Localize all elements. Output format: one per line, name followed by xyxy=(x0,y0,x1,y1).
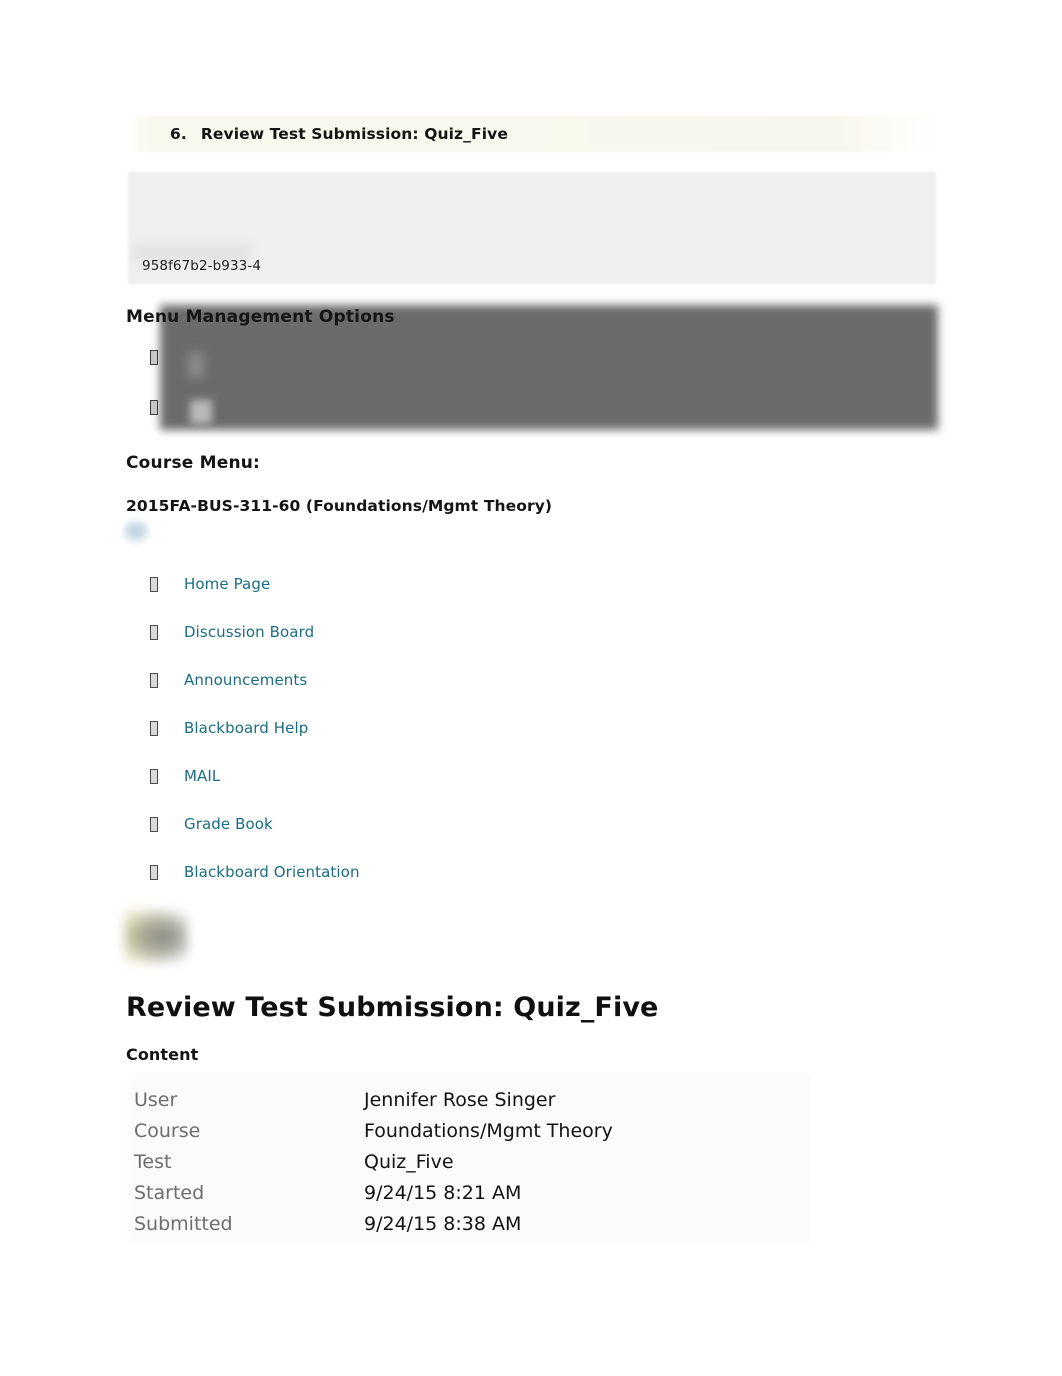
table-row: Submitted 9/24/15 8:38 AM xyxy=(134,1212,613,1243)
course-menu-heading: Course Menu: xyxy=(126,453,261,473)
sidebar-item-mail[interactable]: MAIL xyxy=(150,752,690,800)
sidebar-item-label: Home Page xyxy=(184,575,271,593)
table-row: Test Quiz_Five xyxy=(134,1150,613,1181)
detail-value: 9/24/15 8:21 AM xyxy=(364,1182,522,1204)
detail-label: Test xyxy=(134,1151,172,1173)
detail-label: User xyxy=(134,1089,178,1111)
detail-label: Submitted xyxy=(134,1213,233,1235)
blurred-blue-graphic xyxy=(124,521,150,543)
sidebar-item-home-page[interactable]: Home Page xyxy=(150,560,690,608)
sidebar-item-label: Grade Book xyxy=(184,815,273,833)
list-heading-text: Review Test Submission: Quiz_Five xyxy=(200,125,508,143)
submission-details-table: User Jennifer Rose Singer Course Foundat… xyxy=(134,1088,613,1243)
list-item[interactable] xyxy=(150,350,450,400)
menu-management-list xyxy=(150,350,450,450)
missing-glyph-box-icon xyxy=(150,768,158,784)
submission-id-text: 958f67b2-b933-4 xyxy=(142,258,262,274)
numbered-list-heading: 6. Review Test Submission: Quiz_Five xyxy=(170,122,930,146)
missing-glyph-box-icon xyxy=(150,864,158,880)
page-title: Review Test Submission: Quiz_Five xyxy=(126,992,659,1023)
sidebar-item-label: Blackboard Help xyxy=(184,719,309,737)
sidebar-item-label: Announcements xyxy=(184,671,308,689)
sidebar-item-label: Discussion Board xyxy=(184,623,315,641)
missing-glyph-box-icon xyxy=(150,816,158,832)
missing-glyph-box-icon xyxy=(150,576,158,592)
course-menu-list: Home Page Discussion Board Announcements… xyxy=(150,560,690,896)
detail-label: Course xyxy=(134,1120,201,1142)
detail-value: Jennifer Rose Singer xyxy=(364,1089,556,1111)
table-row: Course Foundations/Mgmt Theory xyxy=(134,1119,613,1150)
missing-glyph-box-icon xyxy=(150,400,158,415)
sidebar-item-label: MAIL xyxy=(184,767,221,785)
content-section-heading: Content xyxy=(126,1045,199,1064)
table-row: Started 9/24/15 8:21 AM xyxy=(134,1181,613,1212)
sidebar-item-label: Blackboard Orientation xyxy=(184,863,360,881)
missing-glyph-box-icon xyxy=(150,624,158,640)
detail-value: 9/24/15 8:38 AM xyxy=(364,1213,522,1235)
menu-management-heading: Menu Management Options xyxy=(126,307,395,327)
sidebar-item-announcements[interactable]: Announcements xyxy=(150,656,690,704)
blurred-logo-image xyxy=(124,908,188,966)
missing-glyph-box-icon xyxy=(150,350,158,365)
sidebar-item-grade-book[interactable]: Grade Book xyxy=(150,800,690,848)
sidebar-item-blackboard-help[interactable]: Blackboard Help xyxy=(150,704,690,752)
course-code-label: 2015FA-BUS-311-60 (Foundations/Mgmt Theo… xyxy=(126,497,553,515)
sidebar-item-discussion-board[interactable]: Discussion Board xyxy=(150,608,690,656)
sidebar-item-blackboard-orientation[interactable]: Blackboard Orientation xyxy=(150,848,690,896)
missing-glyph-box-icon xyxy=(150,672,158,688)
missing-glyph-box-icon xyxy=(150,720,158,736)
document-page: 6. Review Test Submission: Quiz_Five 958… xyxy=(0,0,1062,1376)
table-row: User Jennifer Rose Singer xyxy=(134,1088,613,1119)
detail-label: Started xyxy=(134,1182,205,1204)
list-item[interactable] xyxy=(150,400,450,450)
detail-value: Foundations/Mgmt Theory xyxy=(364,1120,613,1142)
list-number: 6. xyxy=(170,125,187,143)
detail-value: Quiz_Five xyxy=(364,1151,454,1173)
